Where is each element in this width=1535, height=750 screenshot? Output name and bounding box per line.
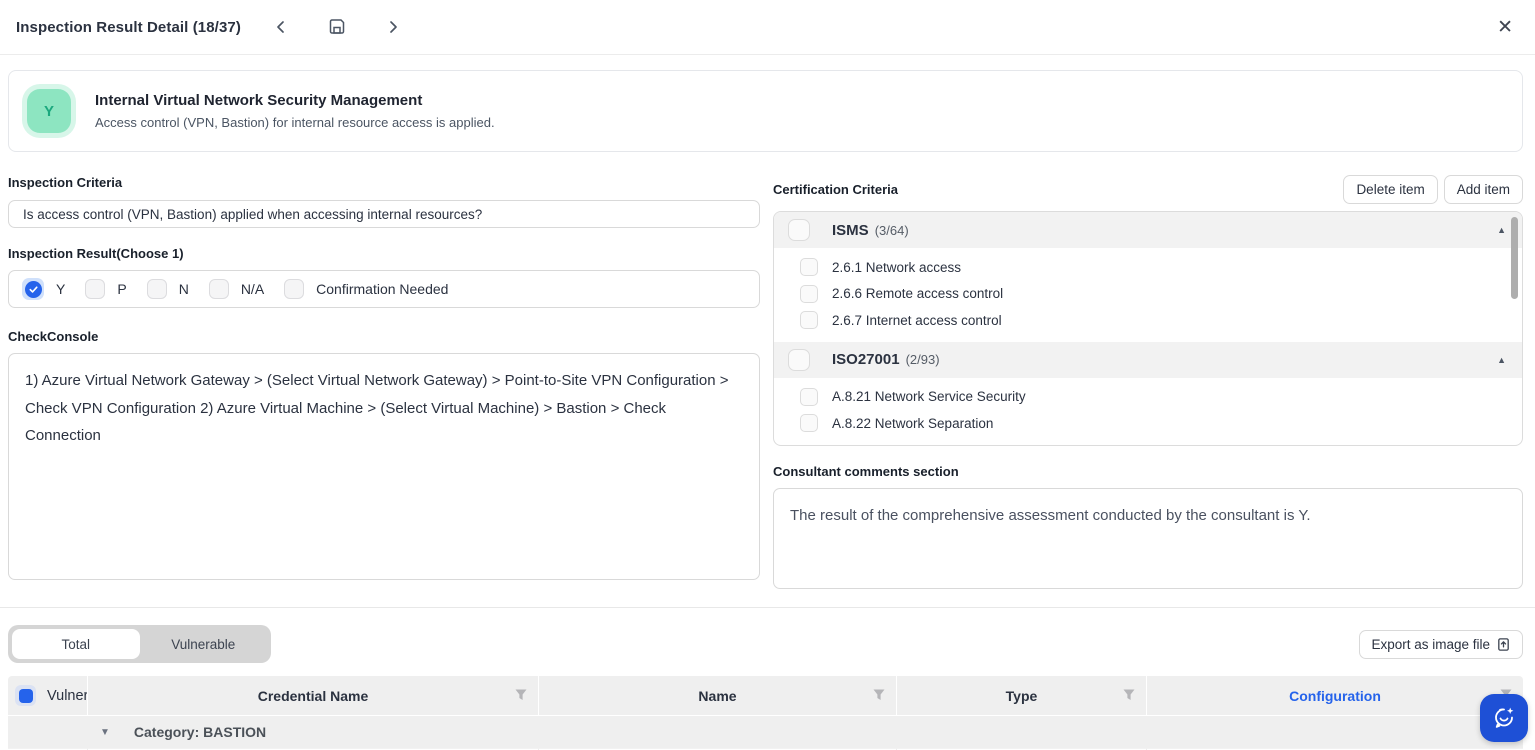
inspection-description: Access control (VPN, Bastion) for intern…	[95, 115, 495, 130]
dialog-header: Inspection Result Detail (18/37) ✕	[0, 0, 1535, 55]
cert-item[interactable]: A.8.22 Network Separation	[774, 410, 1522, 437]
checkbox-unchecked-icon[interactable]	[147, 279, 167, 299]
item-checkbox-icon[interactable]	[800, 414, 818, 432]
filter-icon[interactable]	[1122, 688, 1136, 702]
export-image-button[interactable]: Export as image file	[1359, 630, 1523, 659]
certification-criteria-panel: ISMS (3/64) ▲ 2.6.1 Network access 2.6.6…	[773, 211, 1523, 446]
inspection-result-label: Inspection Result(Choose 1)	[8, 246, 760, 261]
checkbox-unchecked-icon[interactable]	[284, 279, 304, 299]
close-button[interactable]: ✕	[1497, 16, 1513, 39]
option-n[interactable]: N	[147, 279, 189, 299]
tab-total[interactable]: Total	[12, 629, 140, 659]
option-na[interactable]: N/A	[209, 279, 264, 299]
option-y[interactable]: Y	[22, 278, 65, 300]
inspection-summary-card: Y Internal Virtual Network Security Mana…	[8, 70, 1523, 152]
checkbox-unchecked-icon[interactable]	[209, 279, 229, 299]
cert-item[interactable]: 2.6.1 Network access	[774, 254, 1522, 281]
item-checkbox-icon[interactable]	[800, 258, 818, 276]
option-confirmation-needed[interactable]: Confirmation Needed	[284, 279, 448, 299]
add-item-button[interactable]: Add item	[1444, 175, 1523, 204]
inspection-title: Internal Virtual Network Security Manage…	[95, 92, 495, 109]
chat-assistant-icon	[1491, 705, 1517, 731]
filter-icon[interactable]	[514, 688, 528, 702]
assistant-fab-button[interactable]	[1480, 694, 1528, 742]
group-collapse-caret-icon[interactable]: ▼	[100, 727, 110, 738]
filter-icon[interactable]	[872, 688, 886, 702]
cert-item[interactable]: 2.6.7 Internet access control	[774, 307, 1522, 334]
column-configuration[interactable]: Configuration	[1147, 676, 1523, 715]
consultant-comments-textarea[interactable]: The result of the comprehensive assessme…	[773, 488, 1523, 589]
column-vulnerable: Vulnerable	[8, 676, 88, 715]
select-all-checkbox[interactable]	[15, 685, 36, 706]
option-p[interactable]: P	[85, 279, 126, 299]
inspection-criteria-input[interactable]	[8, 200, 760, 228]
cert-item[interactable]: 2.6.6 Remote access control	[774, 281, 1522, 308]
checkbox-checked-icon[interactable]	[22, 278, 44, 300]
collapse-caret-icon[interactable]: ▲	[1497, 355, 1506, 365]
group-row-label: Category: BASTION	[134, 724, 266, 740]
chevron-left-icon	[273, 19, 289, 35]
collapse-caret-icon[interactable]: ▲	[1497, 225, 1506, 235]
resource-tabs: Total Vulnerable	[8, 625, 271, 663]
group-checkbox-icon[interactable]	[788, 219, 810, 241]
certification-criteria-label: Certification Criteria	[773, 182, 898, 197]
group-checkbox-icon[interactable]	[788, 349, 810, 371]
column-type[interactable]: Type	[897, 676, 1147, 715]
checkconsole-textarea[interactable]: 1) Azure Virtual Network Gateway > (Sele…	[8, 353, 760, 580]
cert-group-isms[interactable]: ISMS (3/64) ▲	[774, 212, 1522, 248]
tab-vulnerable[interactable]: Vulnerable	[140, 629, 268, 659]
item-checkbox-icon[interactable]	[800, 285, 818, 303]
consultant-comments-label: Consultant comments section	[773, 464, 1523, 479]
export-file-icon	[1496, 637, 1511, 652]
column-name[interactable]: Name	[539, 676, 897, 715]
table-header-row: Vulnerable Credential Name Name Type Con…	[8, 676, 1523, 715]
resources-table: Vulnerable Credential Name Name Type Con…	[8, 676, 1523, 750]
result-status-badge: Y	[27, 89, 71, 133]
cert-group-iso27001[interactable]: ISO27001 (2/93) ▲	[774, 342, 1522, 378]
inspection-result-options: Y P N N/A Confirmation Needed	[8, 270, 760, 308]
save-icon	[327, 17, 347, 37]
inspection-criteria-label: Inspection Criteria	[8, 175, 760, 190]
cert-item[interactable]: A.8.21 Network Service Security	[774, 384, 1522, 411]
chevron-right-icon	[385, 19, 401, 35]
column-credential-name[interactable]: Credential Name	[88, 676, 539, 715]
item-checkbox-icon[interactable]	[800, 311, 818, 329]
delete-item-button[interactable]: Delete item	[1343, 175, 1437, 204]
checkbox-unchecked-icon[interactable]	[85, 279, 105, 299]
panel-scrollbar[interactable]	[1511, 217, 1518, 299]
item-checkbox-icon[interactable]	[800, 388, 818, 406]
save-button[interactable]	[323, 13, 351, 41]
dialog-title: Inspection Result Detail (18/37)	[16, 19, 241, 36]
previous-item-button[interactable]	[269, 15, 293, 39]
checkconsole-label: CheckConsole	[8, 329, 760, 344]
next-item-button[interactable]	[381, 15, 405, 39]
table-group-row[interactable]: ▼ Category: BASTION	[8, 715, 1523, 748]
